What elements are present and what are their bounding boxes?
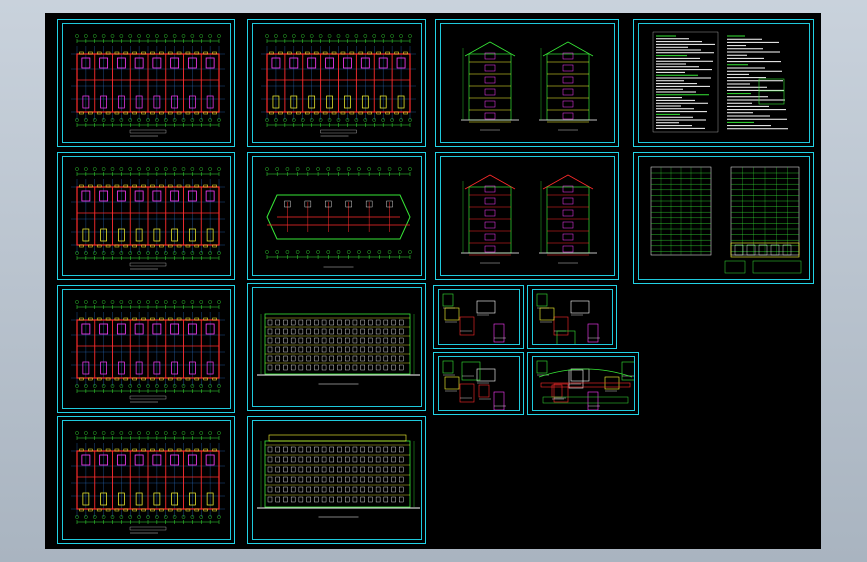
schedule-table xyxy=(650,166,802,274)
floor-plan-drawing xyxy=(71,431,225,534)
floor-plan-drawing xyxy=(71,167,225,270)
sheet-floor-plan-1[interactable] xyxy=(57,19,235,147)
floor-plan-drawing xyxy=(261,34,416,137)
sheet-side-elevations[interactable] xyxy=(435,19,619,147)
sheet-detail-stair[interactable] xyxy=(433,285,524,349)
detail-drawing xyxy=(536,293,600,344)
section-drawing xyxy=(461,174,597,264)
sheet-detail-misc[interactable] xyxy=(433,352,524,415)
detail-drawing xyxy=(442,360,506,410)
sheet-front-elevation[interactable] xyxy=(247,283,426,411)
floor-plan-drawing xyxy=(71,300,225,403)
detail-drawing xyxy=(442,293,506,343)
sheet-roof-plan[interactable] xyxy=(247,152,426,280)
text-notes xyxy=(652,31,788,133)
sheet-detail-eaves[interactable] xyxy=(527,352,639,415)
floor-plan-drawing xyxy=(71,34,225,137)
drawing-canvas[interactable] xyxy=(45,13,821,549)
side-elevation-drawing xyxy=(461,41,597,131)
sheet-floor-plan-3[interactable] xyxy=(57,285,235,413)
roof-plan-drawing xyxy=(265,167,412,268)
elevation-drawing xyxy=(257,313,420,385)
sheet-floor-plan-2[interactable] xyxy=(57,152,235,280)
sheet-floor-plan-4[interactable] xyxy=(57,416,235,544)
sheet-door-window-schedule[interactable] xyxy=(633,152,814,284)
sheet-rear-elevation[interactable] xyxy=(247,416,426,544)
detail-drawing xyxy=(536,360,634,410)
elevation-drawing xyxy=(257,434,420,518)
sheet-detail-nodes[interactable] xyxy=(527,285,617,349)
sheet-sections[interactable] xyxy=(435,152,619,280)
sheet-second-plan-a[interactable] xyxy=(247,19,426,147)
sheet-design-notes[interactable] xyxy=(633,19,814,147)
